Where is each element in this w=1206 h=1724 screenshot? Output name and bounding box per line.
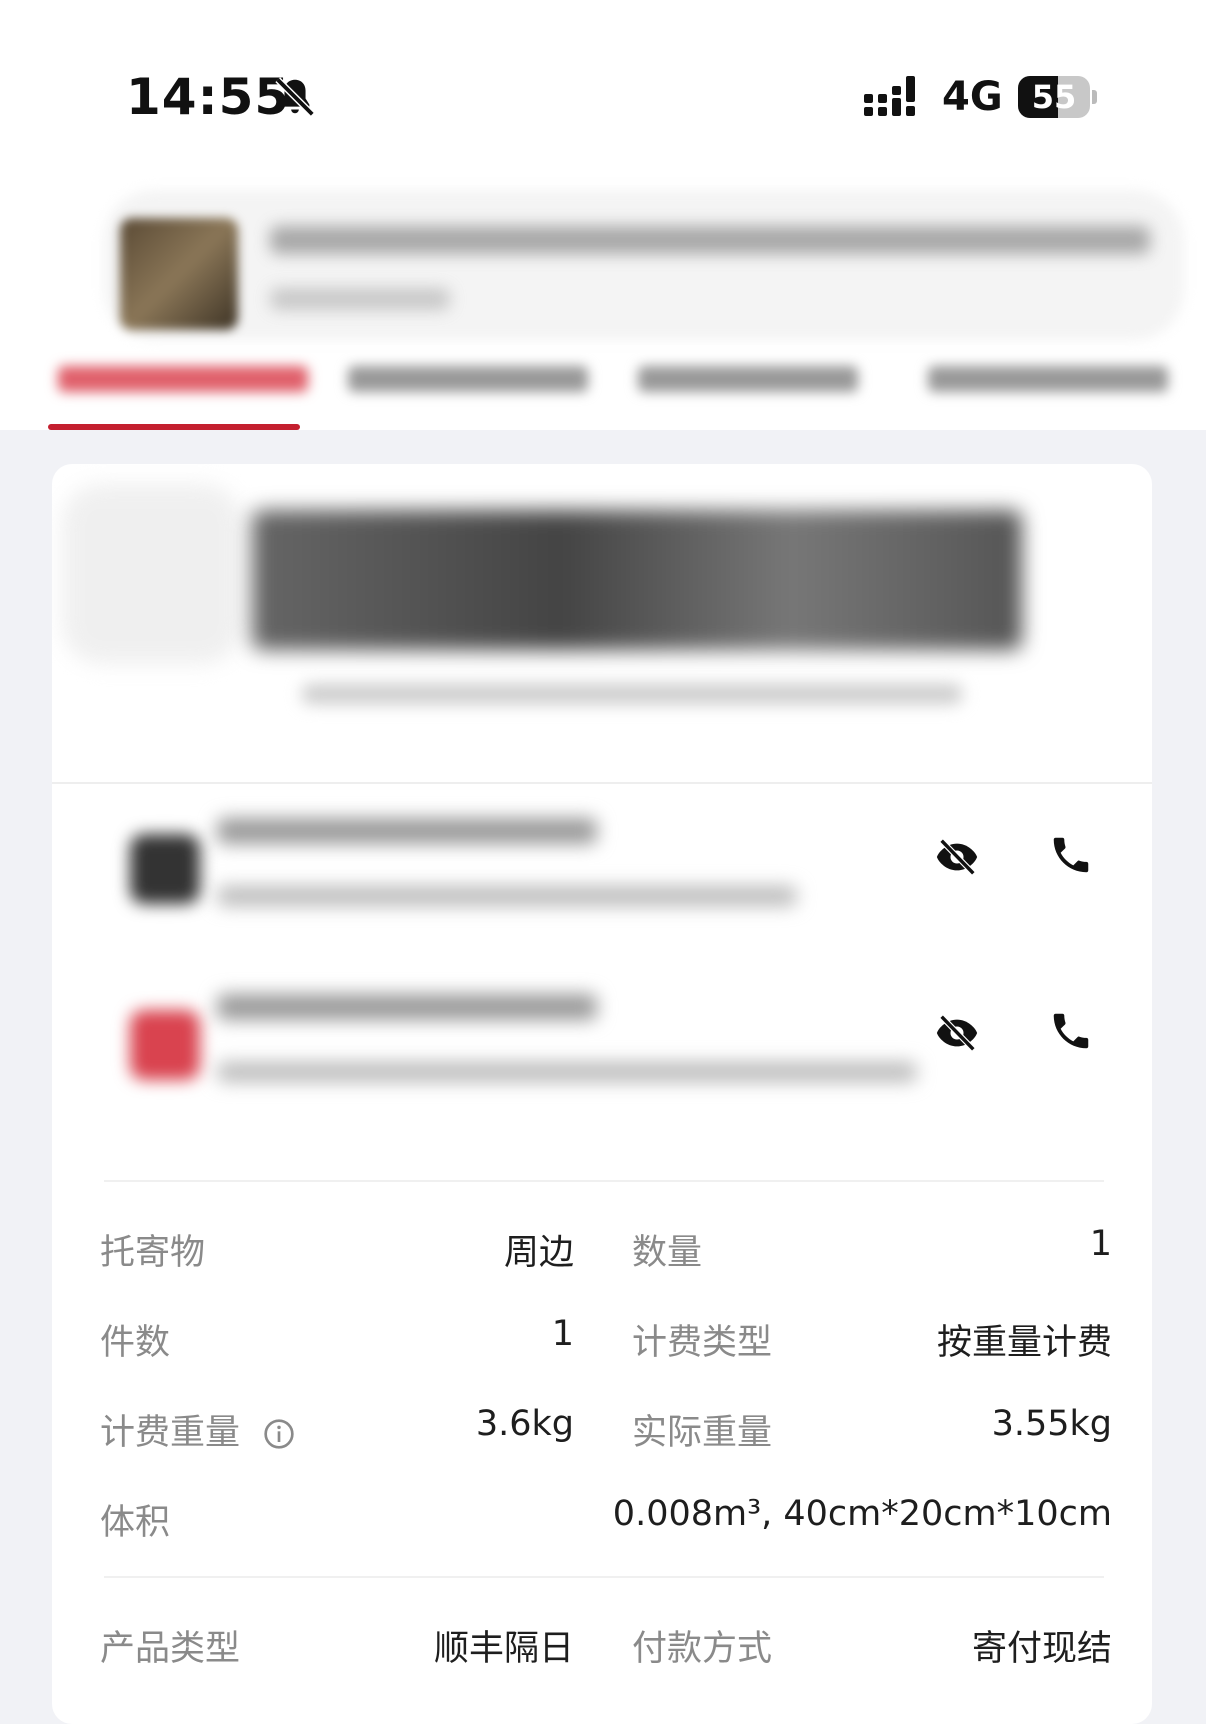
receiver-avatar	[130, 1010, 200, 1080]
active-tab-indicator	[48, 424, 300, 430]
divider	[104, 1180, 1104, 1182]
divider	[52, 782, 1152, 784]
quantity-label: 数量	[632, 1233, 703, 1273]
receiver-row	[52, 974, 1152, 1104]
sender-address-redacted	[217, 886, 797, 906]
header	[0, 160, 1206, 430]
pieces-label: 件数	[100, 1323, 171, 1363]
tracking-subtext-redacted	[302, 684, 962, 704]
detail-row: 体积 0.008m³, 40cm*20cm*10cm	[52, 1494, 1152, 1554]
tab-3[interactable]	[638, 366, 858, 392]
billing-type-value: 按重量计费	[936, 1323, 1112, 1363]
tracking-number-redacted	[252, 510, 1022, 650]
quantity-value: 1	[1089, 1224, 1112, 1264]
product-type-value: 顺丰隔日	[433, 1629, 574, 1669]
eye-off-icon[interactable]	[932, 1010, 982, 1056]
battery-icon: 55	[1018, 76, 1098, 118]
banner-text-redacted	[270, 226, 1150, 254]
network-type: 4G	[942, 74, 1003, 120]
battery-level-text: 55	[1031, 78, 1077, 116]
volume-value: 0.008m³, 40cm*20cm*10cm	[612, 1494, 1112, 1534]
eye-off-icon[interactable]	[932, 834, 982, 880]
billed-weight-value: 3.6kg	[475, 1404, 574, 1444]
receiver-name-redacted	[217, 994, 597, 1020]
signal-icon	[864, 76, 915, 116]
bell-muted-icon	[275, 77, 315, 117]
sender-avatar	[130, 834, 200, 904]
tab-4[interactable]	[928, 366, 1168, 392]
carrier-logo	[62, 484, 242, 664]
banner-avatar	[120, 218, 238, 330]
tab-1[interactable]	[58, 366, 308, 392]
detail-row: 产品类型 顺丰隔日 付款方式 寄付现结	[52, 1620, 1152, 1680]
detail-row: 托寄物 周边 数量 1	[52, 1224, 1152, 1284]
detail-row: 件数 1 计费类型 按重量计费	[52, 1314, 1152, 1374]
order-banner[interactable]	[104, 190, 1184, 340]
phone-icon[interactable]	[1048, 1008, 1094, 1054]
info-icon[interactable]	[263, 1418, 295, 1450]
detail-row: 计费重量 3.6kg 实际重量 3.55kg	[52, 1404, 1152, 1464]
tab-bar	[48, 350, 1168, 410]
sender-name-redacted	[217, 818, 597, 844]
billed-weight-label-text: 计费重量	[100, 1413, 241, 1453]
sender-row	[52, 798, 1152, 928]
item-value: 周边	[503, 1233, 574, 1273]
actual-weight-value: 3.55kg	[991, 1404, 1112, 1444]
billing-type-label: 计费类型	[632, 1323, 773, 1363]
actual-weight-label: 实际重量	[632, 1413, 773, 1453]
divider	[104, 1576, 1104, 1578]
payment-value: 寄付现结	[971, 1629, 1112, 1669]
phone-icon[interactable]	[1048, 832, 1094, 878]
status-bar: 14:55 4G 55	[0, 0, 1206, 160]
shipment-card: 托寄物 周边 数量 1 件数 1 计费类型 按重量计费 计费重量 3.6kg 实…	[52, 464, 1152, 1724]
pieces-value: 1	[551, 1314, 574, 1354]
banner-subtext-redacted	[270, 288, 450, 310]
status-time: 14:55	[126, 68, 291, 126]
payment-label: 付款方式	[632, 1629, 773, 1669]
product-type-label: 产品类型	[100, 1629, 241, 1669]
billed-weight-label: 计费重量	[100, 1404, 295, 1455]
volume-label: 体积	[100, 1503, 171, 1543]
item-label: 托寄物	[100, 1233, 206, 1273]
tab-2[interactable]	[348, 366, 588, 392]
receiver-address-redacted	[217, 1062, 917, 1082]
